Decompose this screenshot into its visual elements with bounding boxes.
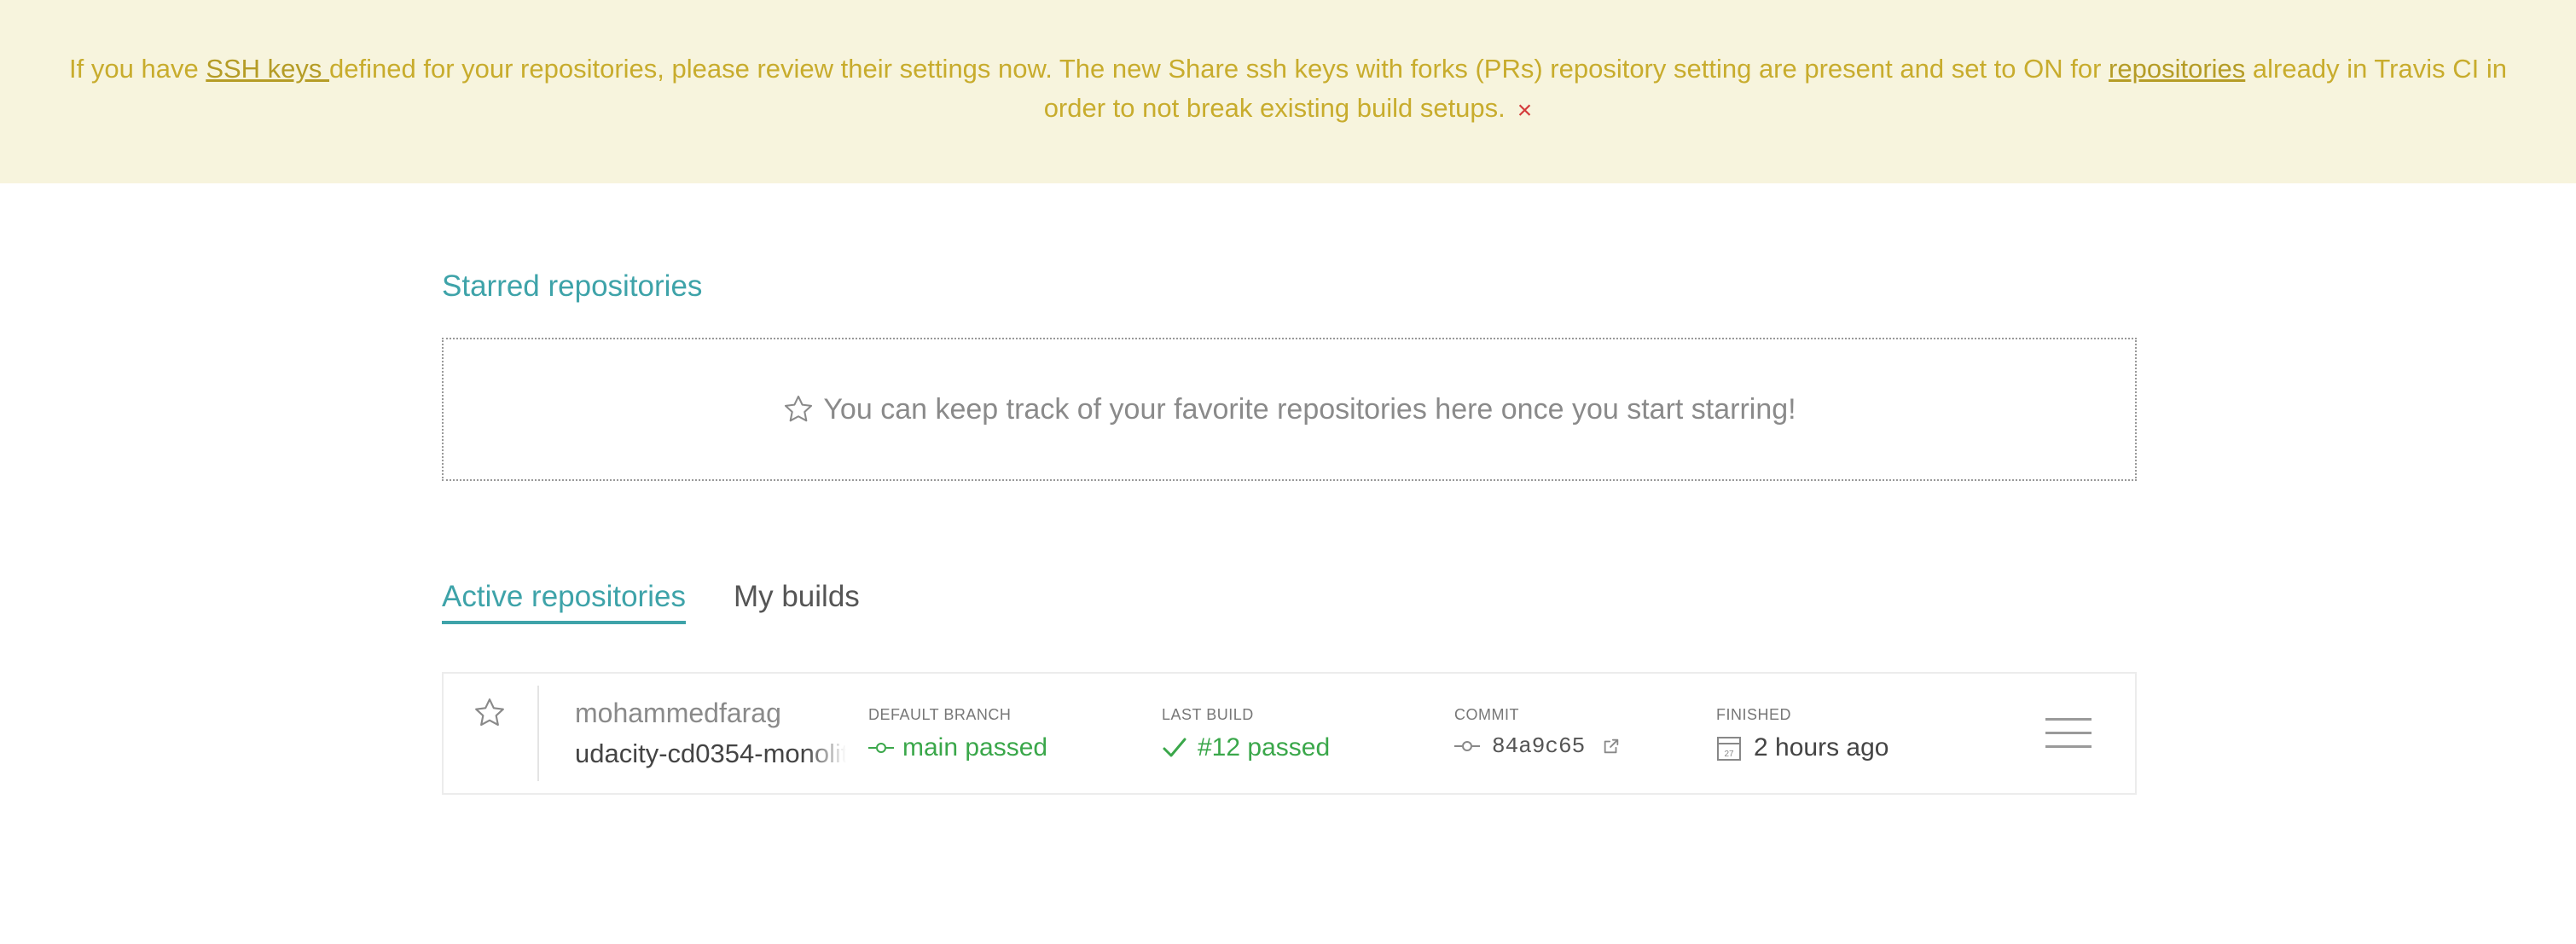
menu-bar	[2045, 718, 2092, 721]
starred-empty-message: You can keep track of your favorite repo…	[823, 392, 1796, 426]
commit-info[interactable]: 84a9c65	[1454, 733, 1621, 759]
finished-value: 2 hours ago	[1754, 733, 1889, 762]
tab-active-repositories[interactable]: Active repositories	[442, 580, 686, 624]
commit-icon	[1454, 741, 1480, 751]
commit-label: COMMIT	[1454, 706, 1519, 723]
default-branch-label: DEFAULT BRANCH	[868, 706, 1012, 723]
calendar-day-number: 27	[1724, 750, 1734, 759]
repository-menu-button[interactable]	[2045, 718, 2092, 749]
star-icon	[785, 395, 813, 422]
default-branch-value: main passed	[902, 733, 1048, 762]
repositories-link[interactable]: repositories	[2109, 54, 2245, 84]
notice-text-before: If you have	[69, 54, 206, 84]
repository-row: mohammedfarag udacity-cd0354-monolith DE…	[442, 672, 2137, 795]
tab-my-builds[interactable]: My builds	[734, 580, 860, 624]
repo-name-link[interactable]: udacity-cd0354-monolith	[575, 738, 846, 769]
ssh-keys-link[interactable]: SSH keys	[206, 54, 329, 84]
close-banner-button[interactable]: ×	[1517, 91, 1533, 130]
notice-text-middle: defined for your repositories, please re…	[329, 54, 2109, 84]
star-icon	[475, 698, 504, 727]
ssh-keys-notice-banner: If you have SSH keys defined for your re…	[0, 0, 2576, 183]
starred-repositories-empty-box: You can keep track of your favorite repo…	[442, 338, 2137, 481]
finished-label: FINISHED	[1716, 706, 1792, 723]
row-divider	[537, 686, 539, 781]
menu-bar	[2045, 732, 2092, 734]
last-build-value: #12 passed	[1198, 733, 1331, 762]
checkmark-icon	[1163, 738, 1186, 757]
repository-tabs: Active repositories My builds	[442, 580, 908, 624]
menu-bar	[2045, 745, 2092, 748]
finished-info: 27 2 hours ago	[1716, 733, 1888, 762]
starred-repositories-heading: Starred repositories	[442, 269, 703, 303]
last-build-label: LAST BUILD	[1162, 706, 1254, 723]
repo-owner: mohammedfarag	[575, 698, 781, 728]
last-build-status[interactable]: #12 passed	[1162, 733, 1330, 762]
star-repository-button[interactable]	[473, 696, 507, 734]
calendar-icon: 27	[1717, 737, 1741, 761]
default-branch-status[interactable]: main passed	[868, 733, 1047, 762]
commit-hash: 84a9c65	[1492, 733, 1586, 759]
branch-commit-icon	[868, 743, 894, 753]
external-link-icon[interactable]	[1602, 737, 1621, 756]
